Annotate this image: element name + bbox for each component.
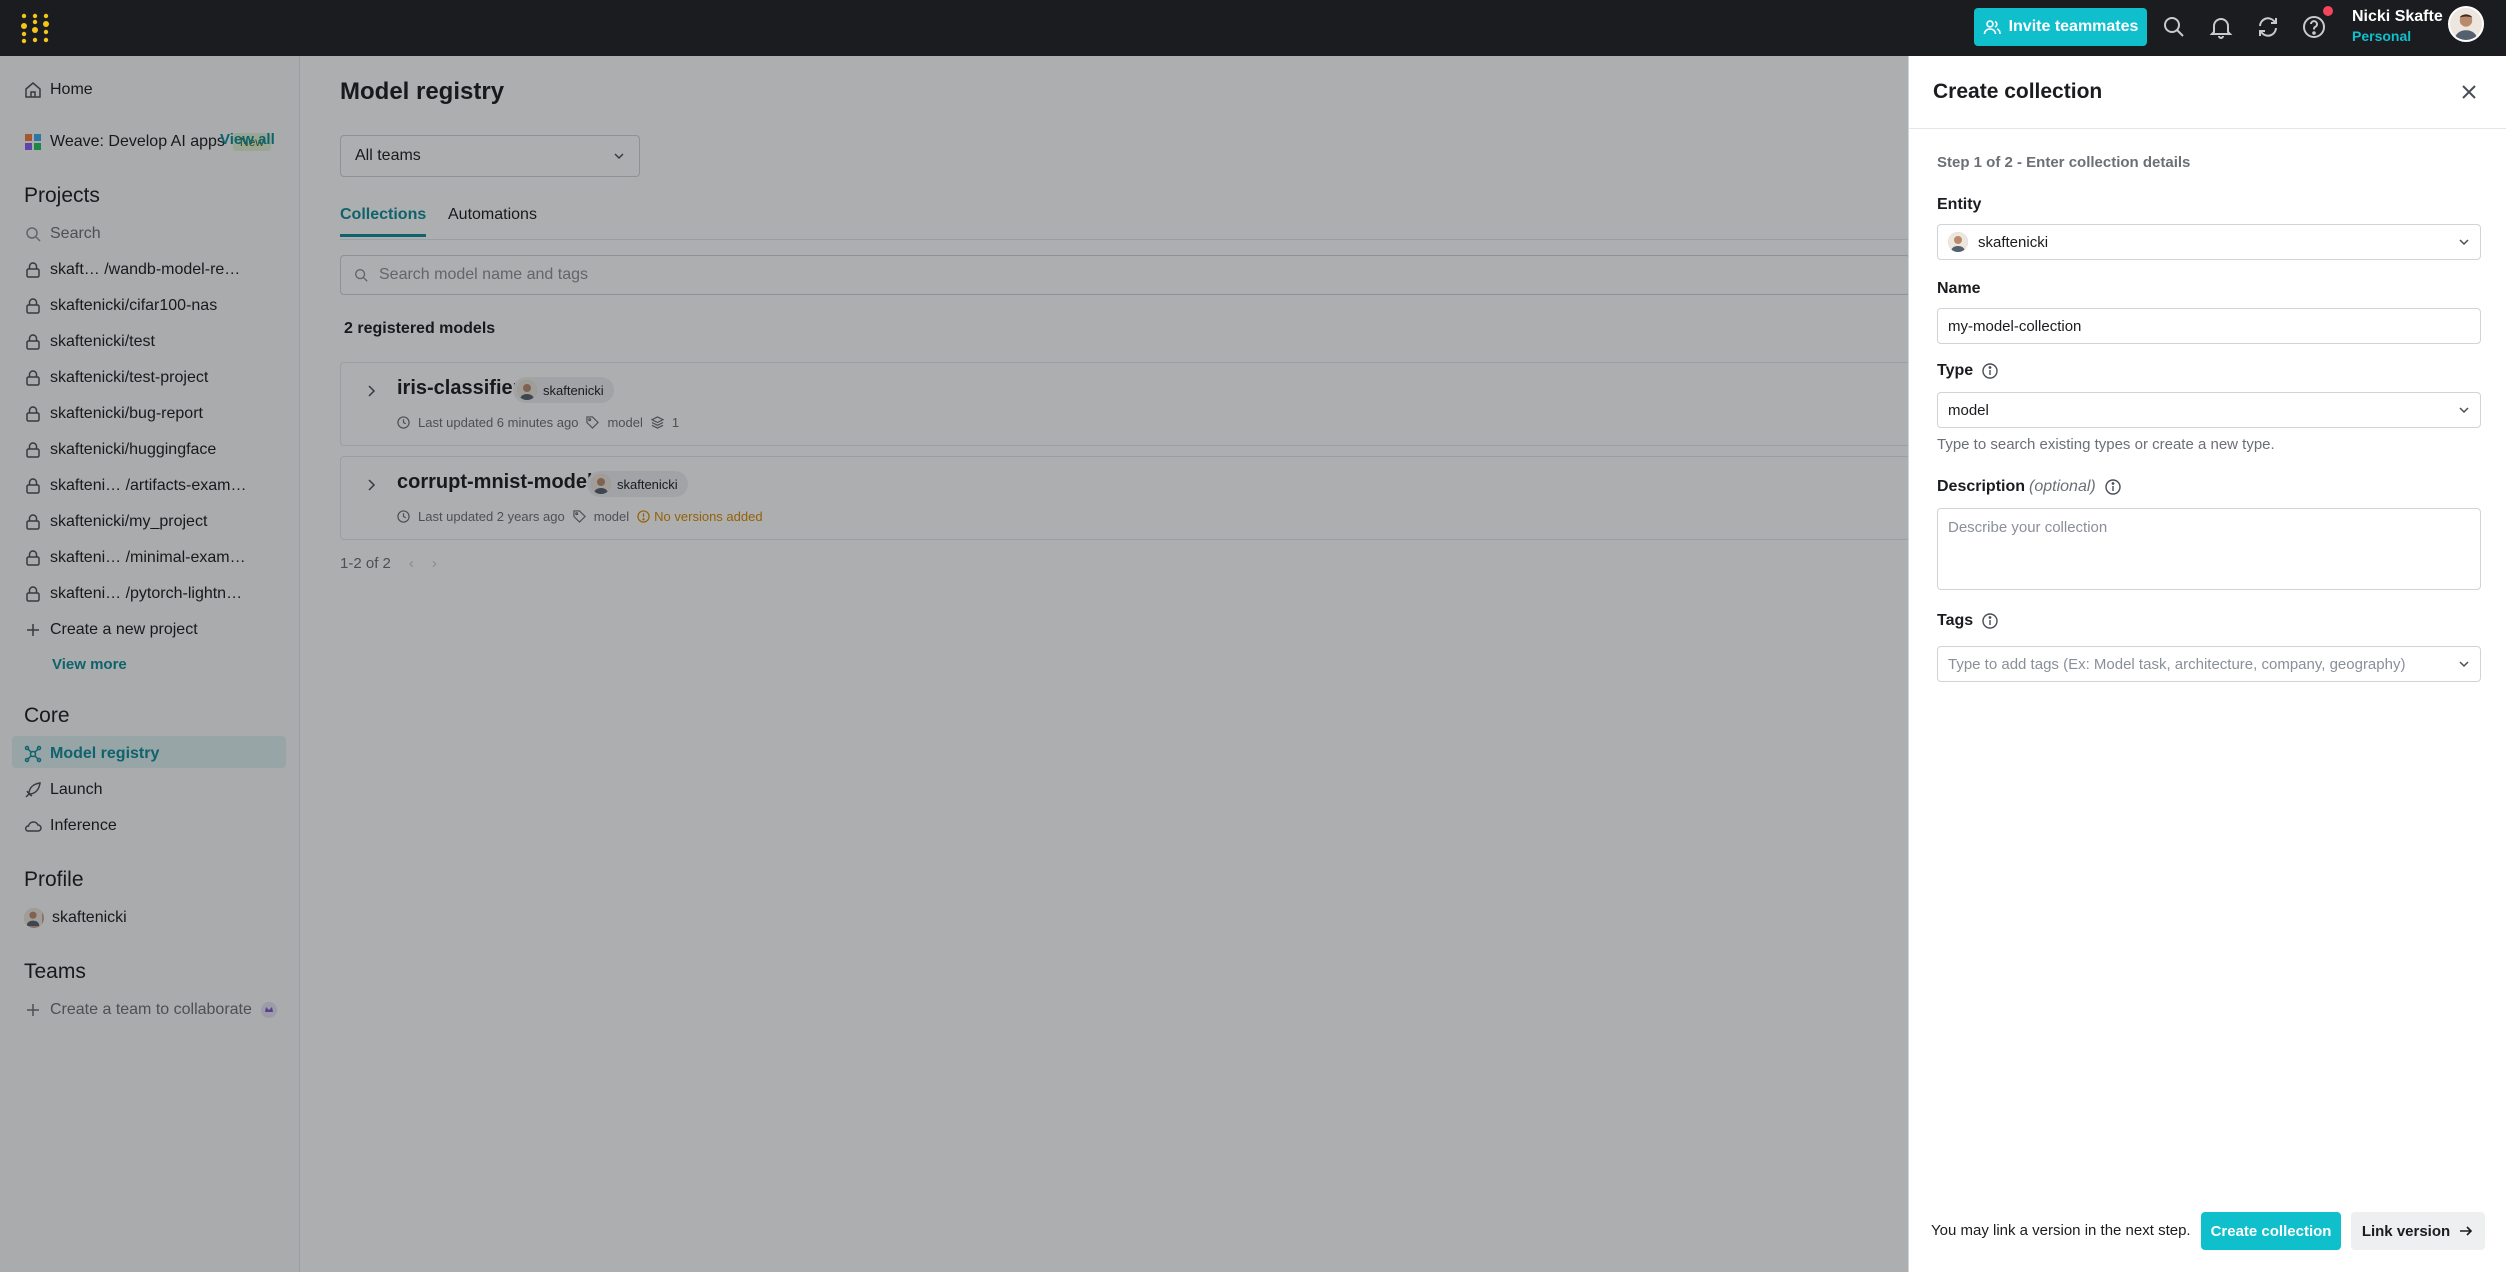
tags-label: Tags: [1937, 612, 1999, 630]
step-indicator: Step 1 of 2 - Enter collection details: [1937, 154, 2191, 171]
chevron-down-icon: [2459, 407, 2469, 414]
help-icon[interactable]: [2301, 14, 2327, 40]
arrow-right-icon: [2460, 1226, 2473, 1236]
tags-input[interactable]: Type to add tags (Ex: Model task, archit…: [1937, 646, 2481, 682]
link-version-button[interactable]: Link version: [2351, 1212, 2485, 1250]
chevron-down-icon: [2459, 661, 2469, 668]
chevron-down-icon: [2459, 239, 2469, 246]
create-collection-button[interactable]: Create collection: [2201, 1212, 2341, 1250]
avatar: [1948, 232, 1968, 252]
description-label: Description (optional): [1937, 478, 2122, 496]
drawer-divider: [1909, 128, 2506, 129]
tags-label-text: Tags: [1937, 612, 1974, 629]
refresh-icon[interactable]: [2255, 14, 2281, 40]
description-textarea[interactable]: Describe your collection: [1937, 508, 2481, 590]
invite-label: Invite teammates: [2008, 18, 2139, 35]
user-name[interactable]: Nicki Skafte: [2352, 8, 2443, 26]
modal-backdrop[interactable]: [0, 56, 1908, 1272]
name-label: Name: [1937, 280, 1981, 298]
entity-select[interactable]: skaftenicki: [1937, 224, 2481, 260]
info-icon[interactable]: [1981, 612, 1999, 630]
top-bar: Invite teammates Nicki Skafte Personal: [0, 0, 2506, 56]
invite-teammates-button[interactable]: Invite teammates: [1974, 8, 2147, 46]
type-label-text: Type: [1937, 362, 1974, 379]
description-label-text: Description: [1937, 478, 2026, 495]
entity-label-text: Entity: [1937, 196, 1982, 213]
optional-tag: (optional): [2029, 478, 2096, 495]
user-org[interactable]: Personal: [2352, 28, 2411, 44]
drawer-title: Create collection: [1933, 80, 2103, 103]
create-collection-drawer: Create collection Step 1 of 2 - Enter co…: [1908, 56, 2506, 1272]
entity-value: skaftenicki: [1978, 233, 2049, 251]
type-select[interactable]: model: [1937, 392, 2481, 428]
info-icon[interactable]: [1981, 362, 1999, 380]
close-icon[interactable]: [2457, 80, 2481, 104]
link-version-label: Link version: [2361, 1222, 2451, 1240]
entity-label: Entity: [1937, 196, 1981, 214]
name-input[interactable]: [1948, 317, 2470, 335]
notification-dot: [2323, 6, 2333, 16]
type-label: Type: [1937, 362, 1999, 380]
users-icon: [1983, 20, 2001, 35]
info-icon[interactable]: [2104, 478, 2122, 496]
footer-note: You may link a version in the next step.: [1931, 1222, 2191, 1239]
name-label-text: Name: [1937, 280, 1981, 297]
user-avatar[interactable]: [2448, 6, 2484, 42]
type-hint: Type to search existing types or create …: [1937, 436, 2275, 453]
bell-icon[interactable]: [2208, 14, 2234, 40]
name-field[interactable]: [1937, 308, 2481, 344]
type-value: model: [1948, 401, 1989, 419]
wandb-logo-icon[interactable]: [20, 12, 50, 44]
tags-placeholder: Type to add tags (Ex: Model task, archit…: [1948, 655, 2406, 673]
search-icon[interactable]: [2161, 14, 2187, 40]
